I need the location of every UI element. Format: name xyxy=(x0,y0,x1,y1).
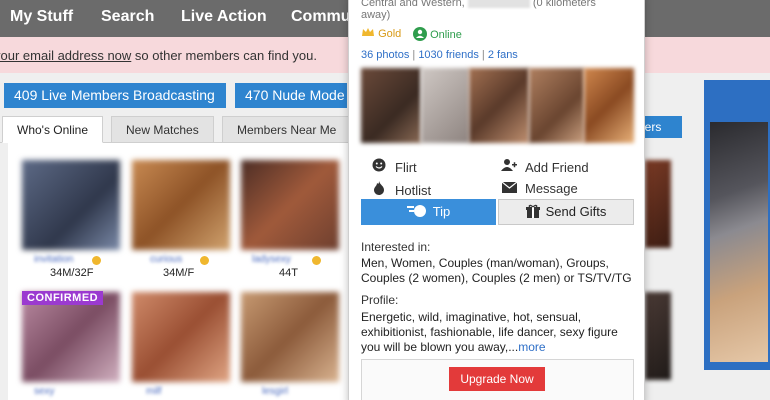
profile-body: Energetic, wild, imaginative, hot, sensu… xyxy=(361,310,618,354)
member-username[interactable]: sexy xyxy=(34,386,55,397)
coins-icon xyxy=(406,205,426,217)
fans-link[interactable]: 2 fans xyxy=(488,49,518,61)
flirt-action[interactable]: Flirt xyxy=(371,158,417,175)
member-photo[interactable] xyxy=(22,292,120,382)
member-username[interactable]: ladysexy xyxy=(252,254,291,265)
online-badge: Online xyxy=(413,27,462,41)
member-username[interactable]: invitation xyxy=(34,254,73,265)
location-line-2: away) xyxy=(361,9,391,21)
profile-label: Profile: xyxy=(361,293,399,307)
nav-search[interactable]: Search xyxy=(101,8,154,26)
member-photo[interactable] xyxy=(132,292,230,382)
tip-button[interactable]: Tip xyxy=(361,199,496,225)
flame-icon xyxy=(371,181,387,198)
add-friend-action[interactable]: Add Friend xyxy=(501,158,589,175)
message-label: Message xyxy=(525,181,578,196)
gold-member-icon xyxy=(92,256,101,265)
hotlist-label: Hotlist xyxy=(395,183,432,198)
nav-community[interactable]: Commu xyxy=(291,8,351,26)
envelope-icon xyxy=(501,181,517,196)
notice-rest: so other members can find you. xyxy=(131,48,317,63)
smiley-icon xyxy=(371,158,387,175)
photo-strip[interactable] xyxy=(361,68,634,143)
location-line: Central and Western, xyxy=(361,0,465,9)
gifts-label: Send Gifts xyxy=(545,204,607,219)
flirt-label: Flirt xyxy=(395,160,417,175)
member-username[interactable]: curious xyxy=(150,254,182,265)
profile-photo[interactable] xyxy=(529,68,584,143)
interested-label: Interested in: xyxy=(361,240,431,254)
gold-member-icon xyxy=(312,256,321,265)
member-photo[interactable] xyxy=(241,160,339,250)
nav-my-stuff[interactable]: My Stuff xyxy=(10,8,73,26)
gift-icon xyxy=(525,204,540,218)
photos-link[interactable]: 36 photos xyxy=(361,49,409,61)
nude-models-button[interactable]: 470 Nude Mode xyxy=(235,83,347,108)
nav-live-action[interactable]: Live Action xyxy=(181,8,267,26)
hotlist-action[interactable]: Hotlist xyxy=(371,181,431,198)
add-user-icon xyxy=(501,158,517,175)
member-username[interactable]: milf xyxy=(146,386,162,397)
member-photo[interactable] xyxy=(132,160,230,250)
tip-label: Tip xyxy=(432,204,451,219)
member-meta: 34M/F xyxy=(163,267,195,279)
confirmed-badge: CONFIRMED xyxy=(22,291,104,305)
tab-new-matches[interactable]: New Matches xyxy=(111,116,214,143)
member-photo[interactable] xyxy=(645,160,671,248)
location-text: Central and Western, (0 kilometers away) xyxy=(361,0,596,21)
interested-text: Men, Women, Couples (man/woman), Groups,… xyxy=(361,256,632,285)
member-username[interactable]: lesgirl xyxy=(262,386,288,397)
member-photo[interactable] xyxy=(22,160,120,250)
profile-photo[interactable] xyxy=(421,68,469,143)
gold-member-icon xyxy=(200,256,209,265)
notice-text: your email address now so other members … xyxy=(0,48,317,63)
email-link[interactable]: your email address now xyxy=(0,48,131,63)
live-members-button[interactable]: 409 Live Members Broadcasting xyxy=(4,83,226,108)
tab-whos-online[interactable]: Who's Online xyxy=(2,116,103,143)
send-gifts-button[interactable]: Send Gifts xyxy=(498,199,634,225)
member-photo[interactable] xyxy=(241,292,339,382)
tab-members-near-me[interactable]: Members Near Me xyxy=(222,116,352,143)
friends-link[interactable]: 1030 friends xyxy=(418,49,479,61)
featured-photo[interactable] xyxy=(710,122,768,362)
more-link[interactable]: more xyxy=(518,340,545,354)
online-label: Online xyxy=(430,29,462,41)
profile-photo[interactable] xyxy=(361,68,421,143)
redacted-region xyxy=(467,0,530,9)
member-stats: 36 photos | 1030 friends | 2 fans xyxy=(361,49,518,61)
gold-badge: Gold xyxy=(361,27,401,40)
crown-icon xyxy=(362,28,374,36)
message-action[interactable]: Message xyxy=(501,181,578,196)
member-meta: 34M/32F xyxy=(50,267,94,279)
profile-photo[interactable] xyxy=(469,68,529,143)
gold-label: Gold xyxy=(378,28,402,40)
profile-text: Energetic, wild, imaginative, hot, sensu… xyxy=(361,310,636,355)
location-distance: (0 kilometers xyxy=(532,0,596,9)
user-online-icon xyxy=(413,27,427,41)
member-meta: 44T xyxy=(279,267,298,279)
member-popup-card: Central and Western, (0 kilometers away)… xyxy=(348,0,645,400)
upgrade-now-button[interactable]: Upgrade Now xyxy=(449,367,545,391)
profile-photo[interactable] xyxy=(584,68,634,143)
add-friend-label: Add Friend xyxy=(525,160,589,175)
member-photo[interactable] xyxy=(645,292,671,380)
